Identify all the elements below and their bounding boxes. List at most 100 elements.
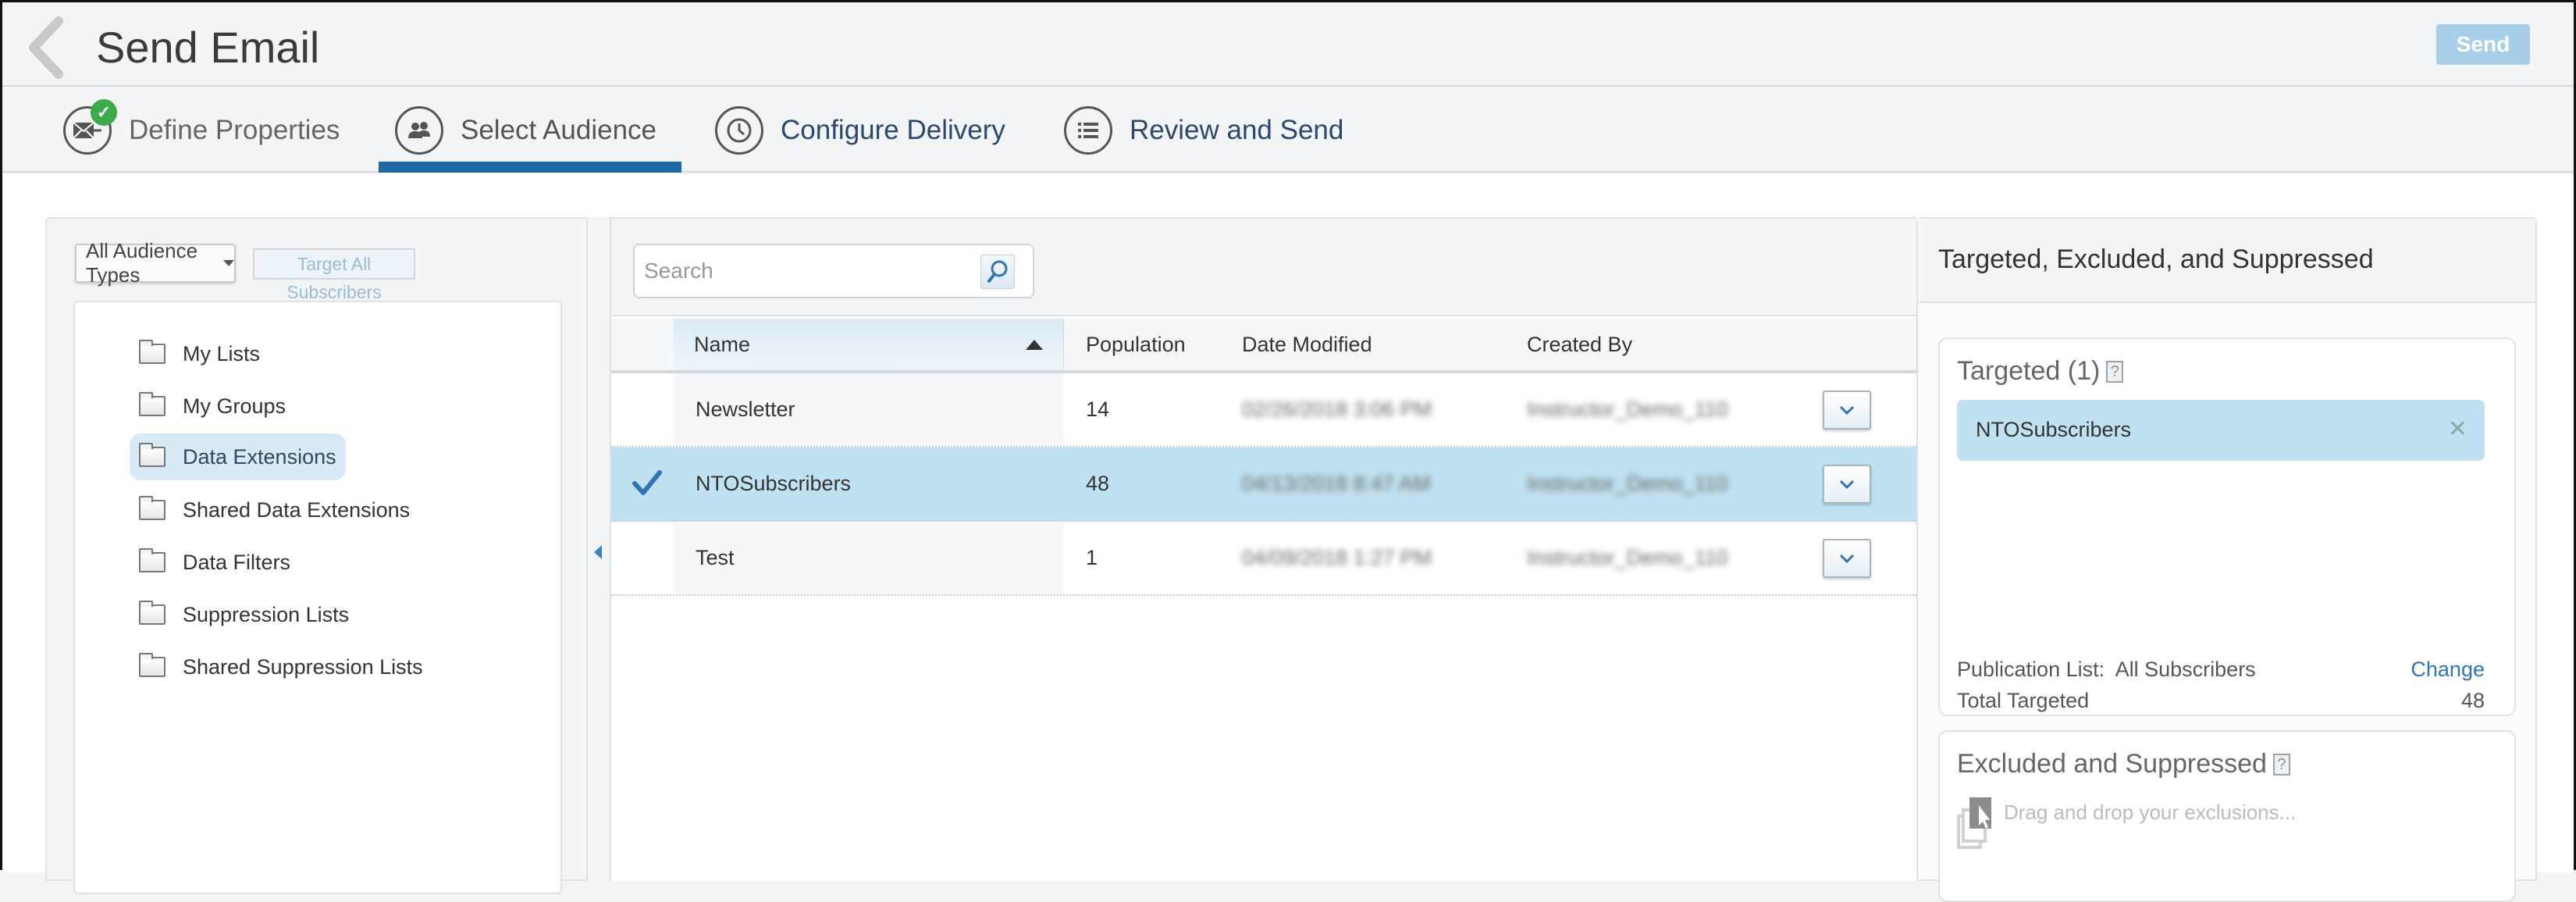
row-date-modified: 04/09/2018 1:27 PM bbox=[1242, 546, 1432, 569]
folder-icon bbox=[139, 392, 165, 416]
row-actions-button[interactable] bbox=[1823, 539, 1871, 578]
audience-browser: All Audience Types Target All Subscriber… bbox=[45, 217, 588, 894]
folder-shared-data-extensions[interactable]: Shared Data Extensions bbox=[130, 487, 419, 533]
targeted-item-chip: NTOSubscribers ✕ bbox=[1957, 400, 2485, 461]
folder-icon bbox=[139, 340, 165, 364]
row-created-by: Instructor_Demo_110 bbox=[1527, 546, 1728, 569]
folder-icon bbox=[139, 496, 165, 520]
table-row-selected[interactable]: NTOSubscribers 48 04/13/2018 8:47 AM Ins… bbox=[611, 447, 1916, 522]
targeted-item-label: NTOSubscribers bbox=[1976, 418, 2132, 441]
tab-select-audience[interactable]: Select Audience bbox=[395, 88, 656, 173]
panel-splitter[interactable] bbox=[588, 217, 611, 881]
targeted-title: Targeted (1) ? bbox=[1957, 356, 2124, 387]
tab-configure-delivery[interactable]: Configure Delivery bbox=[715, 88, 1005, 173]
active-tab-indicator bbox=[379, 162, 681, 173]
tab-review-and-send[interactable]: Review and Send bbox=[1064, 88, 1343, 173]
audience-table-panel: Name Population Date Modified Created By… bbox=[611, 217, 1916, 881]
row-date-modified: 02/26/2018 3:06 PM bbox=[1242, 398, 1432, 421]
row-actions-button[interactable] bbox=[1823, 390, 1871, 430]
chevron-down-icon bbox=[1839, 405, 1855, 415]
folder-data-extensions[interactable]: Data Extensions bbox=[130, 433, 346, 480]
publication-list-value: All Subscribers bbox=[2115, 658, 2256, 681]
complete-check-icon: ✓ bbox=[91, 99, 117, 126]
targeted-title-text: Targeted (1) bbox=[1957, 356, 2101, 386]
target-all-subscribers-button[interactable]: Target All Subscribers bbox=[253, 248, 415, 302]
send-button[interactable]: Send bbox=[2436, 24, 2530, 65]
help-icon[interactable]: ? bbox=[2106, 360, 2124, 383]
folder-my-lists[interactable]: My Lists bbox=[130, 330, 269, 377]
search-icon bbox=[987, 260, 1008, 283]
envelope-send-icon: ✓ bbox=[63, 99, 117, 155]
table-header: Name Population Date Modified Created By bbox=[611, 319, 1916, 373]
search-bar bbox=[611, 219, 1916, 316]
help-icon[interactable]: ? bbox=[2272, 753, 2290, 775]
folder-label: Shared Suppression Lists bbox=[183, 654, 423, 679]
excluded-title-text: Excluded and Suppressed bbox=[1957, 749, 2267, 779]
targeted-excluded-suppressed-panel: Targeted, Excluded, and Suppressed Targe… bbox=[1916, 217, 2537, 902]
search-button[interactable] bbox=[980, 255, 1015, 289]
tab-label: Define Properties bbox=[129, 115, 340, 145]
column-header-name[interactable]: Name bbox=[674, 319, 1064, 370]
column-header-date-modified[interactable]: Date Modified bbox=[1242, 319, 1372, 370]
publication-list: Publication List: All Subscribers bbox=[1957, 658, 2256, 682]
tab-label: Select Audience bbox=[461, 115, 657, 145]
audience-icon bbox=[395, 106, 443, 155]
column-header-population[interactable]: Population bbox=[1086, 319, 1186, 370]
column-label: Name bbox=[694, 333, 751, 356]
excluded-card[interactable]: Excluded and Suppressed ? Drag and drop … bbox=[1938, 730, 2516, 902]
targeted-card[interactable]: Targeted (1) ? NTOSubscribers ✕ Publicat… bbox=[1938, 337, 2516, 716]
exclusion-drop-zone[interactable]: Drag and drop your exclusions... bbox=[1957, 794, 2296, 849]
row-population: 1 bbox=[1086, 546, 1098, 569]
folder-label: My Groups bbox=[183, 394, 286, 418]
folder-tree: My Lists My Groups Data Extensions Share… bbox=[73, 301, 562, 894]
column-header-created-by[interactable]: Created By bbox=[1527, 319, 1632, 370]
total-targeted-label: Total Targeted bbox=[1957, 689, 2090, 712]
row-name: Newsletter bbox=[696, 398, 795, 421]
send-email-window: Send Email Send ✓ Define Properties Sele… bbox=[0, 0, 2576, 902]
chevron-down-icon bbox=[223, 260, 234, 266]
content-area: All Audience Types Target All Subscriber… bbox=[2, 174, 2574, 902]
publication-list-label: Publication List: bbox=[1957, 658, 2105, 681]
row-name: Test bbox=[696, 546, 735, 569]
audience-type-value: All Audience Types bbox=[86, 239, 198, 287]
row-population: 48 bbox=[1086, 472, 1110, 495]
row-created-by: Instructor_Demo_110 bbox=[1527, 398, 1728, 421]
back-chevron-icon[interactable] bbox=[24, 16, 71, 79]
tab-define-properties[interactable]: ✓ Define Properties bbox=[63, 88, 340, 173]
audience-type-dropdown[interactable]: All Audience Types bbox=[75, 239, 236, 287]
wizard-steps: ✓ Define Properties Select Audience Conf… bbox=[2, 88, 2574, 246]
folder-icon bbox=[139, 653, 165, 677]
tab-label: Review and Send bbox=[1130, 115, 1344, 145]
folder-data-filters[interactable]: Data Filters bbox=[130, 539, 300, 586]
folder-suppression-lists[interactable]: Suppression Lists bbox=[130, 591, 358, 638]
checkmark-icon bbox=[632, 470, 662, 495]
change-publication-list-link[interactable]: Change bbox=[2411, 658, 2485, 682]
total-targeted-value: 48 bbox=[2460, 689, 2485, 712]
collapse-left-icon[interactable] bbox=[594, 545, 602, 559]
total-targeted-row: Total Targeted 48 bbox=[1957, 689, 2485, 713]
row-name: NTOSubscribers bbox=[696, 472, 852, 495]
folder-icon bbox=[139, 443, 165, 467]
search-input[interactable] bbox=[644, 253, 956, 289]
folder-shared-suppression-lists[interactable]: Shared Suppression Lists bbox=[130, 644, 432, 690]
page-title: Send Email bbox=[96, 23, 320, 72]
folder-label: Suppression Lists bbox=[183, 602, 350, 626]
panel-title: Targeted, Excluded, and Suppressed bbox=[1918, 219, 2535, 303]
excluded-title: Excluded and Suppressed ? bbox=[1957, 749, 2290, 779]
chevron-down-icon bbox=[1839, 554, 1855, 564]
table-row[interactable]: Test 1 04/09/2018 1:27 PM Instructor_Dem… bbox=[611, 522, 1916, 596]
folder-label: Data Extensions bbox=[183, 444, 336, 469]
drop-placeholder: Drag and drop your exclusions... bbox=[2004, 800, 2297, 824]
row-population: 14 bbox=[1086, 398, 1110, 421]
publication-list-row: Publication List: All Subscribers Change bbox=[1957, 658, 2485, 682]
search-box bbox=[633, 244, 1034, 298]
drag-drop-icon bbox=[1957, 797, 1991, 849]
row-actions-button[interactable] bbox=[1823, 465, 1871, 504]
title-bar: Send Email Send bbox=[2, 2, 2574, 87]
remove-icon[interactable]: ✕ bbox=[2448, 400, 2467, 459]
tab-label: Configure Delivery bbox=[781, 115, 1005, 145]
row-created-by: Instructor_Demo_110 bbox=[1527, 472, 1728, 495]
folder-label: Data Filters bbox=[183, 550, 291, 574]
table-row[interactable]: Newsletter 14 02/26/2018 3:06 PM Instruc… bbox=[611, 373, 1916, 447]
folder-my-groups[interactable]: My Groups bbox=[130, 383, 295, 430]
